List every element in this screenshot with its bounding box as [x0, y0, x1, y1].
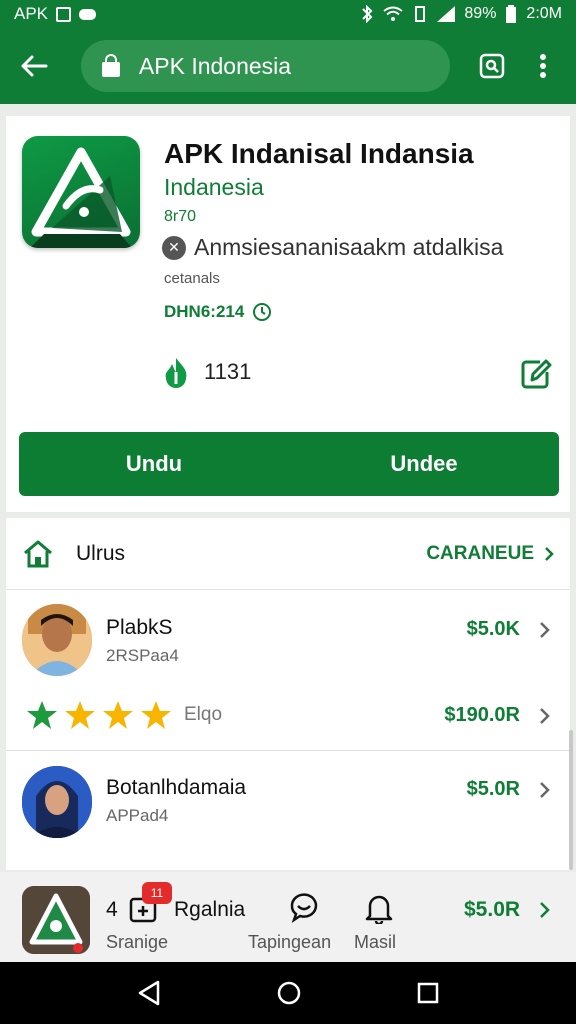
star-icon	[103, 701, 133, 729]
item-price: $5.0R	[466, 778, 520, 800]
avatar	[22, 766, 92, 838]
battery-icon	[506, 5, 517, 23]
app-header-card: APK Indanisal Indansia Indanesia 8r70 ✕ …	[6, 116, 570, 512]
tab-switcher-icon	[479, 53, 504, 79]
item-price: $5.0K	[466, 618, 520, 640]
install-right-label: Undee	[390, 451, 458, 476]
home-circle-icon[interactable]	[275, 979, 303, 1007]
app-category: cetanals	[164, 270, 220, 287]
bluetooth-icon	[362, 5, 373, 23]
shopping-bag-icon	[101, 54, 120, 77]
tab-label[interactable]: Tapingean	[248, 932, 331, 953]
item-name: PlabkS	[106, 616, 173, 639]
carrier-label: APK	[14, 4, 49, 23]
list-item[interactable]: Botanlhdamaia APPad4 $5.0R	[6, 752, 570, 870]
url-text: APK Indonesia	[138, 52, 292, 79]
list-item[interactable]: PlabkS 2RSPaa4 $5.0K	[6, 590, 570, 700]
person-portrait-icon	[22, 604, 92, 676]
tab-label[interactable]: Masil	[354, 932, 396, 953]
clock-icon	[253, 303, 272, 321]
arrow-left-icon	[21, 55, 48, 77]
app-version: DHN6:214	[164, 302, 272, 322]
back-button[interactable]	[14, 45, 55, 87]
bell-icon[interactable]	[364, 892, 394, 924]
avatar	[22, 604, 92, 676]
flame-icon	[165, 358, 187, 388]
star-rating: Elqo	[26, 700, 222, 730]
item-subtitle: APPad4	[106, 806, 169, 825]
wifi-icon	[383, 6, 404, 21]
back-triangle-icon[interactable]	[136, 979, 162, 1007]
see-more-link[interactable]: CARANEUE	[426, 543, 554, 565]
bottom-list-item[interactable]: 4 11 Rgalnia Sranige Tapingean Masil $5.…	[0, 872, 576, 962]
status-bar: APK 89% 2:0M	[0, 0, 576, 28]
url-bar[interactable]: APK Indonesia	[80, 40, 451, 92]
star-icon	[141, 701, 171, 729]
chevron-right-icon	[540, 782, 550, 798]
tabs-button[interactable]	[472, 46, 511, 86]
home-icon	[24, 540, 52, 567]
item-subtitle: Sranige	[106, 932, 169, 952]
rating-row: 1131	[162, 356, 251, 388]
star-icon	[27, 701, 57, 729]
app-title: APK Indanisal Indansia	[164, 138, 474, 169]
install-left-label: Undu	[125, 451, 183, 476]
version-text: DHN6:214	[164, 302, 245, 321]
edit-button[interactable]	[518, 356, 554, 392]
item-subtitle: 2RSPaa4	[106, 646, 179, 665]
system-nav-bar	[0, 962, 576, 1024]
app-description: ✕ Anmsiesananisaakm atdalkisa	[162, 234, 503, 261]
screenshot-icon	[56, 6, 72, 22]
app-logo-icon	[22, 886, 90, 954]
item-count: 4	[106, 898, 118, 921]
item-name: Rgalnia	[174, 898, 246, 921]
stars-label: Elqo	[184, 704, 223, 725]
divider	[6, 750, 570, 751]
item-price: $190.0R	[444, 704, 520, 726]
game-icon	[79, 8, 97, 20]
rating-count: 1131	[204, 359, 252, 384]
star-icon	[65, 701, 95, 729]
see-more-label: CARANEUE	[426, 542, 534, 564]
chevron-right-icon	[540, 622, 550, 638]
recents-square-icon[interactable]	[416, 981, 440, 1005]
app-size: 8r70	[164, 208, 197, 225]
signal-icon	[437, 6, 456, 22]
install-button[interactable]: Undu Undee	[19, 432, 559, 496]
section-title: Ulrus	[76, 541, 126, 565]
description-text: Anmsiesananisaakm atdalkisa	[194, 234, 504, 260]
item-name: Botanlhdamaia	[106, 776, 247, 799]
chevron-right-icon	[540, 708, 550, 724]
app-thumbnail	[22, 886, 90, 954]
chevron-right-icon	[545, 546, 554, 561]
scrollbar[interactable]	[569, 730, 573, 870]
more-vertical-icon	[539, 54, 546, 78]
vibrate-icon	[415, 6, 426, 22]
section-header: Ulrus CARANEUE	[6, 518, 570, 590]
app-icon[interactable]	[22, 136, 140, 248]
person-portrait-icon	[22, 766, 92, 838]
notification-badge: 11	[142, 882, 172, 904]
app-logo-icon	[30, 147, 132, 248]
rating-list-item[interactable]: Elqo $190.0R	[6, 700, 570, 752]
list-card: Ulrus CARANEUE PlabkS 2RSPaa4 $5.0K Elqo…	[6, 518, 570, 870]
browser-toolbar: APK Indonesia	[0, 28, 576, 104]
edit-icon	[521, 359, 552, 389]
item-price: $5.0R	[464, 898, 521, 921]
info-icon: ✕	[162, 235, 186, 260]
chat-icon[interactable]	[288, 892, 320, 924]
developer-link[interactable]: Indanesia	[164, 174, 264, 201]
clock: 2:0M	[526, 5, 562, 22]
overflow-menu-button[interactable]	[523, 46, 562, 86]
battery-percent: 89%	[464, 5, 497, 22]
chevron-right-icon	[540, 902, 550, 918]
